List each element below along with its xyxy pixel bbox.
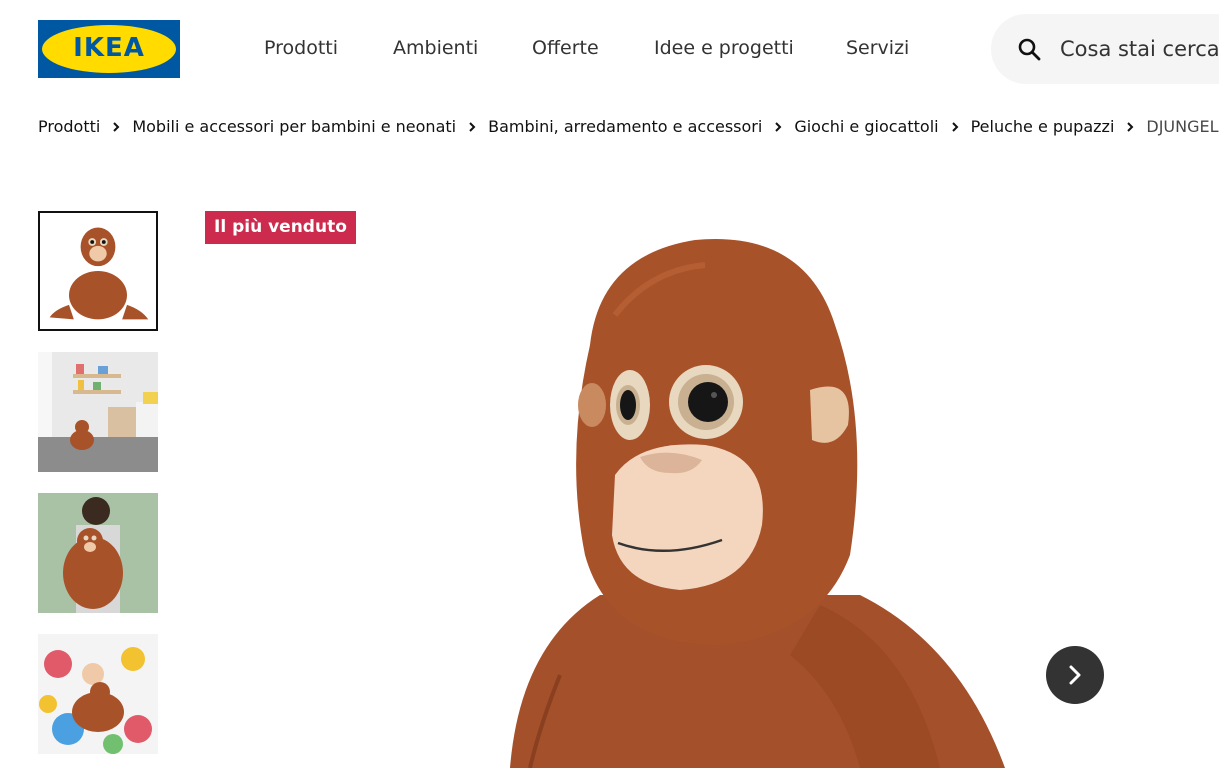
chevron-right-icon: [1127, 121, 1134, 132]
child-hug-thumb-image: [38, 493, 158, 613]
nav-item-offerte[interactable]: Offerte: [532, 37, 599, 59]
logo-text: IKEA: [73, 33, 145, 63]
nav-item-idee-e-progetti[interactable]: Idee e progetti: [654, 37, 794, 59]
chevron-right-icon: [469, 121, 476, 132]
search-icon[interactable]: [1017, 37, 1041, 61]
product-thumb-1[interactable]: [38, 211, 158, 331]
nav-item-prodotti[interactable]: Prodotti: [264, 37, 338, 59]
breadcrumb-item[interactable]: Giochi e giocattoli: [794, 117, 938, 136]
breadcrumb-item-current: DJUNGELSKOG: [1146, 117, 1219, 136]
bed-thumb-image: [38, 634, 158, 754]
breadcrumb-item[interactable]: Prodotti: [38, 117, 100, 136]
bestseller-badge: Il più venduto: [205, 211, 356, 244]
next-image-button[interactable]: [1046, 646, 1104, 704]
product-main-image: [510, 239, 1005, 768]
chevron-right-icon: [775, 121, 782, 132]
nav-item-servizi[interactable]: Servizi: [846, 37, 909, 59]
ikea-logo[interactable]: IKEA: [38, 20, 180, 78]
chevron-right-icon: [113, 121, 120, 132]
chevron-right-icon: [1069, 665, 1081, 685]
search-input[interactable]: [1060, 34, 1219, 64]
plush-thumb-image: [40, 213, 156, 329]
product-thumb-4[interactable]: [38, 634, 158, 754]
chevron-right-icon: [951, 121, 958, 132]
product-thumb-3[interactable]: [38, 493, 158, 613]
breadcrumb-item[interactable]: Bambini, arredamento e accessori: [488, 117, 762, 136]
breadcrumb-item[interactable]: Peluche e pupazzi: [971, 117, 1115, 136]
room-thumb-image: [38, 352, 158, 472]
breadcrumb-item[interactable]: Mobili e accessori per bambini e neonati: [132, 117, 456, 136]
product-thumb-2[interactable]: [38, 352, 158, 472]
nav-item-ambienti[interactable]: Ambienti: [393, 37, 478, 59]
search-bar[interactable]: [991, 14, 1219, 84]
breadcrumb: Prodotti Mobili e accessori per bambini …: [38, 117, 1219, 136]
